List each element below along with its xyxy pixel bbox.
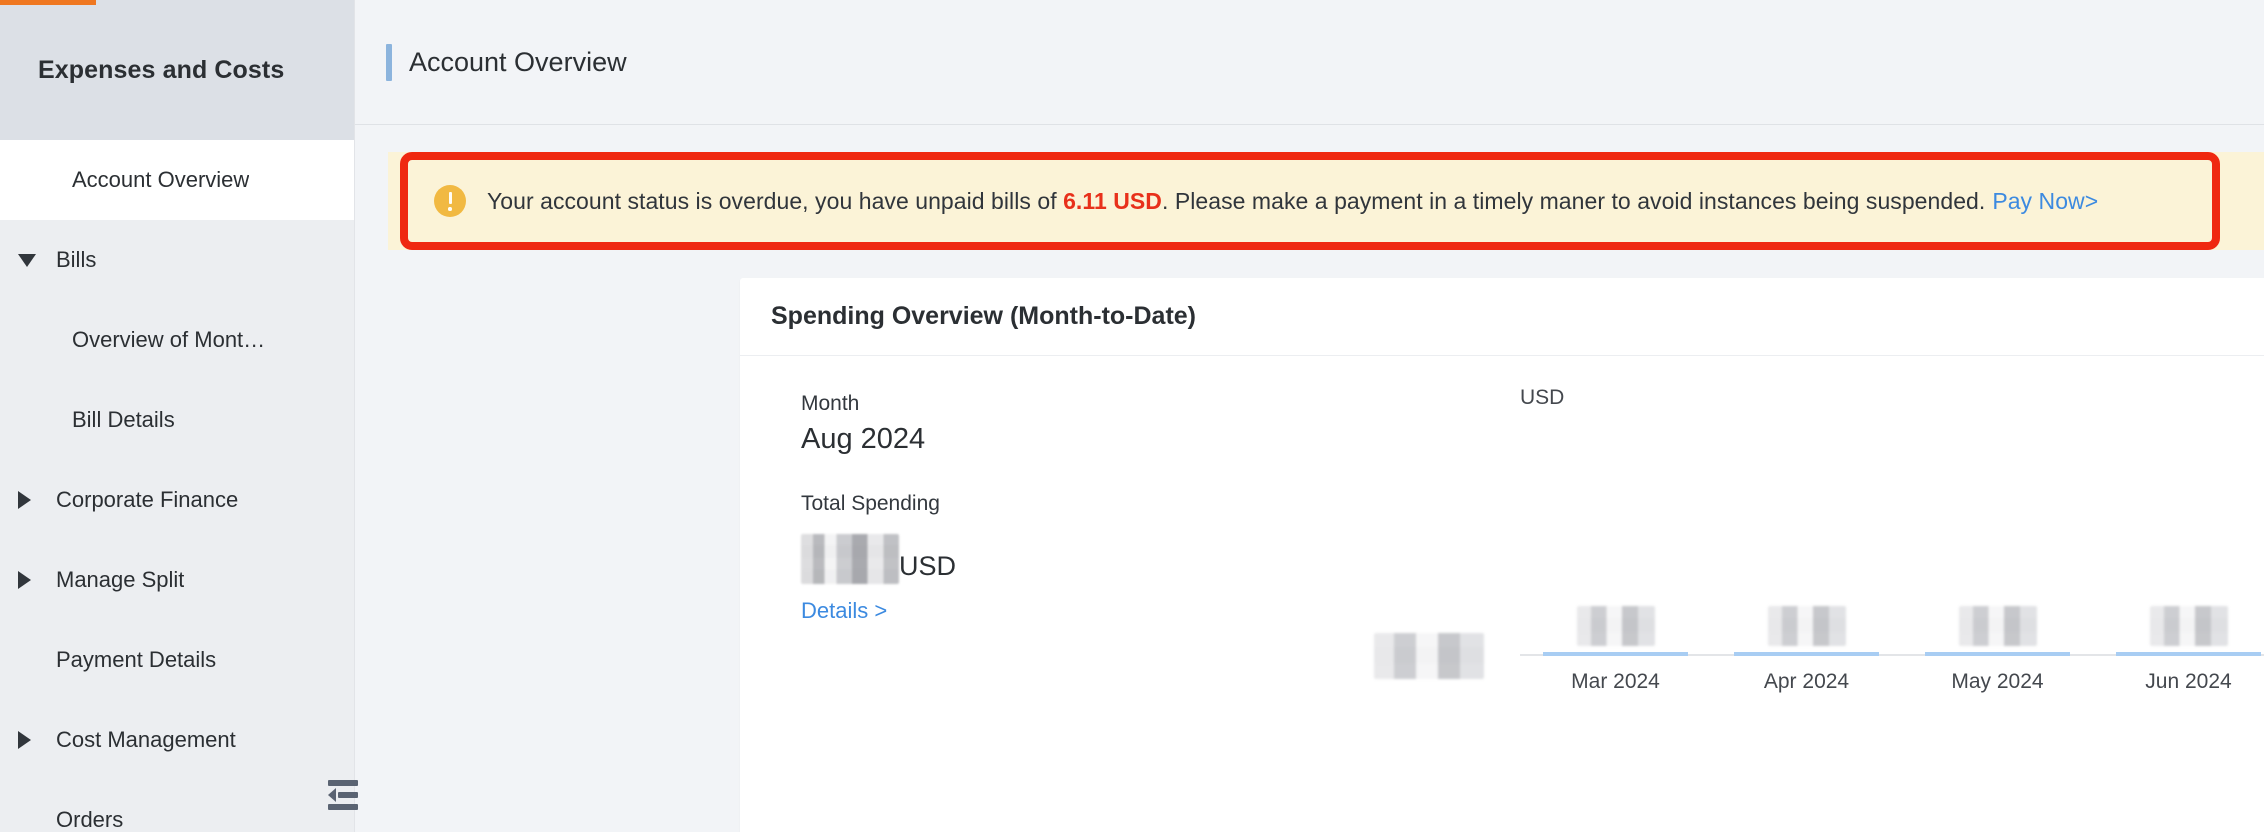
sidebar-item-corporate-finance[interactable]: Corporate Finance	[0, 460, 354, 540]
chart-bar[interactable]	[2115, 652, 2262, 656]
sidebar-header: Expenses and Costs	[0, 0, 354, 140]
sidebar-item-label: Bills	[56, 247, 97, 272]
chart-ytick-value-redacted	[1374, 633, 1484, 679]
sidebar-item-cost-management[interactable]: Cost Management	[0, 700, 354, 780]
chevron-right-icon[interactable]	[18, 571, 31, 589]
sidebar-item-label: Bill Details	[72, 407, 175, 432]
chart-x-label: Mar 2024	[1571, 670, 1660, 693]
overdue-alert-banner: Your account status is overdue, you have…	[388, 152, 2264, 250]
sidebar-item-label: Corporate Finance	[56, 487, 239, 512]
sidebar-item-bills[interactable]: Bills	[0, 220, 354, 300]
chart-bar-value-redacted	[2149, 606, 2228, 646]
sidebar-item-label: Orders	[56, 807, 124, 832]
alert-amount: 6.11 USD	[1063, 187, 1162, 214]
page-load-progress-bar	[0, 0, 96, 5]
sidebar-item-label: Overview of Mont…	[72, 327, 266, 352]
details-link[interactable]: Details >	[801, 598, 887, 623]
chart-bar-value-redacted	[1767, 606, 1846, 646]
chart-bar[interactable]	[1542, 652, 1689, 656]
spending-bar-chart: USD Mar 2024 Apr 2024 May 2024 Jun 2024	[1300, 356, 2264, 736]
warning-circle-icon	[434, 185, 466, 217]
sidebar-item-manage-split[interactable]: Manage Split	[0, 540, 354, 620]
chart-unit-label: USD	[1520, 386, 1565, 409]
collapse-icon-arrow	[328, 788, 336, 802]
pay-now-link[interactable]: Pay Now>	[1992, 188, 2098, 214]
month-value: Aug 2024	[801, 423, 926, 455]
sidebar-item-orders[interactable]: Orders	[0, 780, 354, 832]
sidebar-item-account-overview[interactable]: Account Overview	[0, 140, 354, 220]
sidebar-item-bill-details[interactable]: Bill Details	[0, 380, 354, 460]
page-title: Account Overview	[409, 46, 627, 77]
chevron-right-icon[interactable]	[18, 731, 31, 749]
card-title: Spending Overview (Month-to-Date)	[771, 302, 1196, 330]
main-content: Account Overview Your account status is …	[355, 0, 2264, 832]
chart-bar-slot[interactable]	[1711, 416, 1902, 656]
card-header: Spending Overview (Month-to-Date)	[740, 278, 2264, 356]
chart-ytick-redacted	[1374, 633, 1484, 679]
sidebar-title: Expenses and Costs	[38, 55, 285, 84]
page-title-wrap: Account Overview	[355, 43, 627, 81]
chart-bar-value-blur	[2149, 606, 2228, 646]
chart-x-label: May 2024	[1951, 670, 2044, 693]
chart-bar-value-blur	[1576, 606, 1655, 646]
sidebar-item-label: Manage Split	[56, 567, 185, 592]
chart-x-labels: Mar 2024 Apr 2024 May 2024 Jun 2024	[1520, 670, 2264, 700]
sidebar-nav: Account Overview Bills Overview of Mont……	[0, 140, 354, 832]
chart-bar[interactable]	[1733, 652, 1880, 656]
chart-bars	[1520, 416, 2264, 656]
chart-bar-value-blur	[1958, 606, 2037, 646]
collapse-icon-bar	[328, 780, 358, 786]
alert-text-after: . Please make a payment in a timely mane…	[1161, 187, 1986, 214]
alert-banner-wrap: Your account status is overdue, you have…	[388, 152, 2264, 250]
application-root: Expenses and Costs Account Overview Bill…	[0, 0, 2264, 832]
chart-x-label: Jun 2024	[2145, 670, 2232, 693]
sidebar-item-label: Payment Details	[56, 647, 217, 672]
chart-bar-value-redacted	[1576, 606, 1655, 646]
chart-bar-value-blur	[1767, 606, 1846, 646]
sidebar-item-label: Account Overview	[72, 167, 250, 192]
total-spending-label: Total Spending	[801, 492, 940, 515]
sidebar-item-label: Cost Management	[56, 727, 236, 752]
alert-text-before: Your account status is overdue, you have…	[487, 187, 1064, 214]
chart-bar-slot[interactable]	[2093, 416, 2264, 656]
page-header: Account Overview	[355, 0, 2264, 125]
sidebar: Expenses and Costs Account Overview Bill…	[0, 0, 358, 832]
chart-bar-slot[interactable]	[1520, 416, 1711, 656]
sidebar-item-payment-details[interactable]: Payment Details	[0, 620, 354, 700]
chevron-right-icon[interactable]	[18, 491, 31, 509]
chart-x-label: Apr 2024	[1763, 670, 1850, 693]
spending-summary: Month Aug 2024 Total Spending USD Detail…	[801, 392, 1221, 624]
spending-overview-card: Spending Overview (Month-to-Date) Month …	[740, 278, 2264, 832]
title-accent-bar	[386, 43, 392, 81]
card-body: Month Aug 2024 Total Spending USD Detail…	[740, 356, 2264, 736]
chart-plot-area	[1374, 416, 2264, 679]
sidebar-item-overview-of-monthly-bills[interactable]: Overview of Mont…	[0, 300, 354, 380]
collapse-sidebar-icon[interactable]	[328, 780, 358, 810]
total-spending-row: USD	[801, 532, 1221, 584]
alert-message: Your account status is overdue, you have…	[487, 188, 2098, 215]
chevron-down-icon[interactable]	[18, 253, 36, 267]
chart-bar-slot[interactable]	[1902, 416, 2093, 656]
collapse-icon-bar	[328, 804, 358, 810]
month-label: Month	[801, 392, 860, 415]
total-spending-currency: USD	[899, 551, 957, 581]
chart-bar-value-redacted	[1958, 606, 2037, 646]
chart-bar[interactable]	[1924, 652, 2071, 656]
total-spending-value-redacted	[801, 534, 899, 584]
collapse-icon-bar	[338, 792, 358, 798]
